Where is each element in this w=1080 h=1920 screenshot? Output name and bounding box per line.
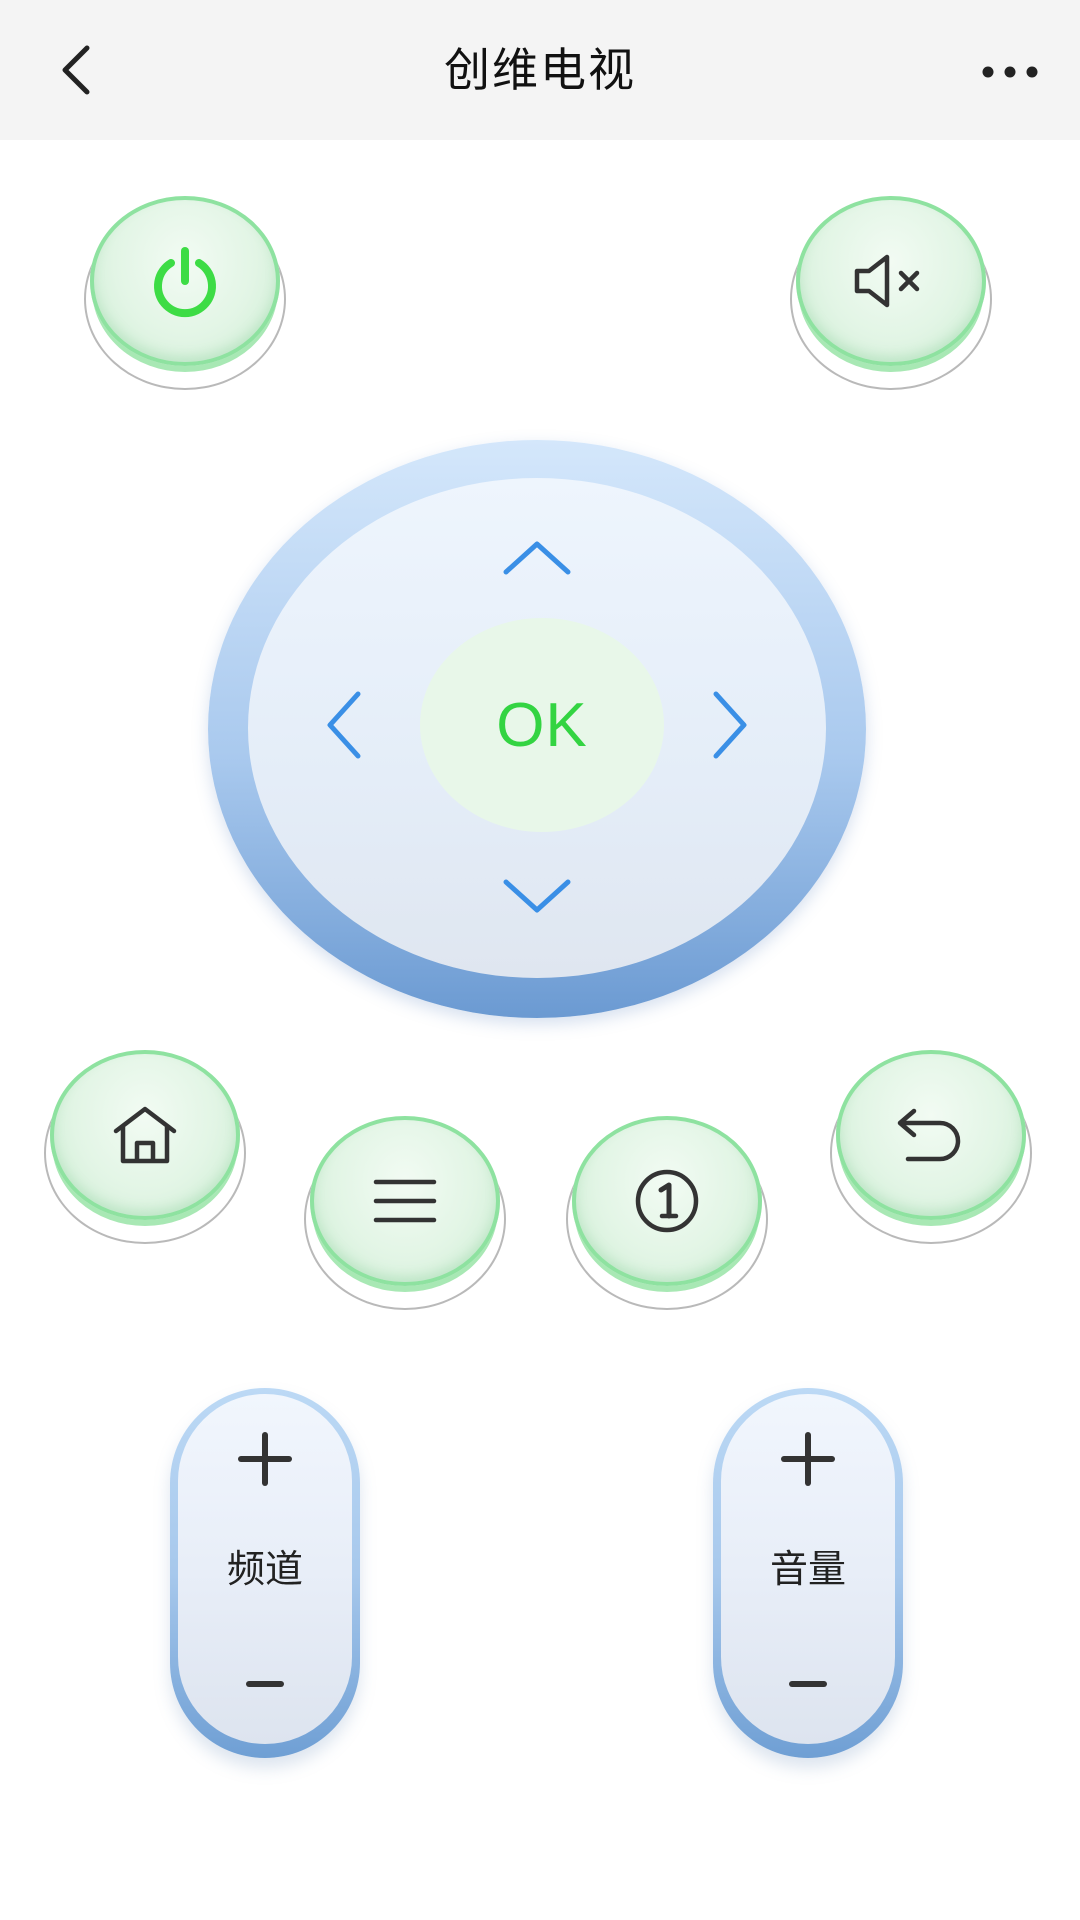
number-button[interactable] bbox=[572, 1116, 762, 1286]
channel-up-button[interactable] bbox=[178, 1409, 352, 1509]
back-button[interactable] bbox=[40, 30, 110, 110]
home-icon bbox=[113, 1106, 177, 1164]
direction-pad: OK bbox=[208, 440, 866, 1018]
volume-label: 音量 bbox=[769, 1547, 846, 1591]
page-title: 创维电视 bbox=[444, 43, 636, 97]
channel-rocker: 频道 bbox=[170, 1388, 360, 1758]
volume-mute-icon bbox=[854, 254, 920, 308]
minus-icon bbox=[789, 1681, 827, 1687]
number-one-circle-icon bbox=[635, 1169, 699, 1233]
down-button[interactable] bbox=[497, 856, 577, 936]
minus-icon bbox=[246, 1681, 284, 1687]
volume-up-button[interactable] bbox=[721, 1409, 895, 1509]
more-horizontal-icon bbox=[982, 66, 1038, 78]
more-button[interactable] bbox=[970, 40, 1050, 104]
chevron-left-icon bbox=[62, 45, 90, 95]
volume-rocker: 音量 bbox=[713, 1388, 903, 1758]
chevron-right-icon bbox=[713, 691, 747, 759]
chevron-down-icon bbox=[503, 879, 571, 913]
channel-rocker-inner: 频道 bbox=[178, 1394, 352, 1744]
menu-icon bbox=[373, 1179, 437, 1223]
ok-button[interactable]: OK bbox=[420, 618, 664, 832]
app-header: 创维电视 bbox=[0, 0, 1080, 140]
home-button[interactable] bbox=[50, 1050, 240, 1220]
menu-button[interactable] bbox=[310, 1116, 500, 1286]
return-button[interactable] bbox=[836, 1050, 1026, 1220]
right-button[interactable] bbox=[690, 685, 770, 765]
volume-down-button[interactable] bbox=[721, 1634, 895, 1734]
volume-rocker-inner: 音量 bbox=[721, 1394, 895, 1744]
left-button[interactable] bbox=[304, 685, 384, 765]
plus-icon bbox=[238, 1432, 292, 1486]
power-button[interactable] bbox=[90, 196, 280, 366]
chevron-up-icon bbox=[503, 541, 571, 575]
plus-icon bbox=[781, 1432, 835, 1486]
chevron-left-icon bbox=[327, 691, 361, 759]
power-icon bbox=[154, 247, 216, 318]
mute-button[interactable] bbox=[796, 196, 986, 366]
up-button[interactable] bbox=[497, 518, 577, 598]
remote-control-screen: 创维电视 OK 频道 音量 bbox=[0, 0, 1080, 1920]
channel-label: 频道 bbox=[226, 1547, 303, 1591]
channel-down-button[interactable] bbox=[178, 1634, 352, 1734]
return-icon bbox=[897, 1108, 961, 1162]
direction-pad-inner: OK bbox=[248, 478, 826, 978]
